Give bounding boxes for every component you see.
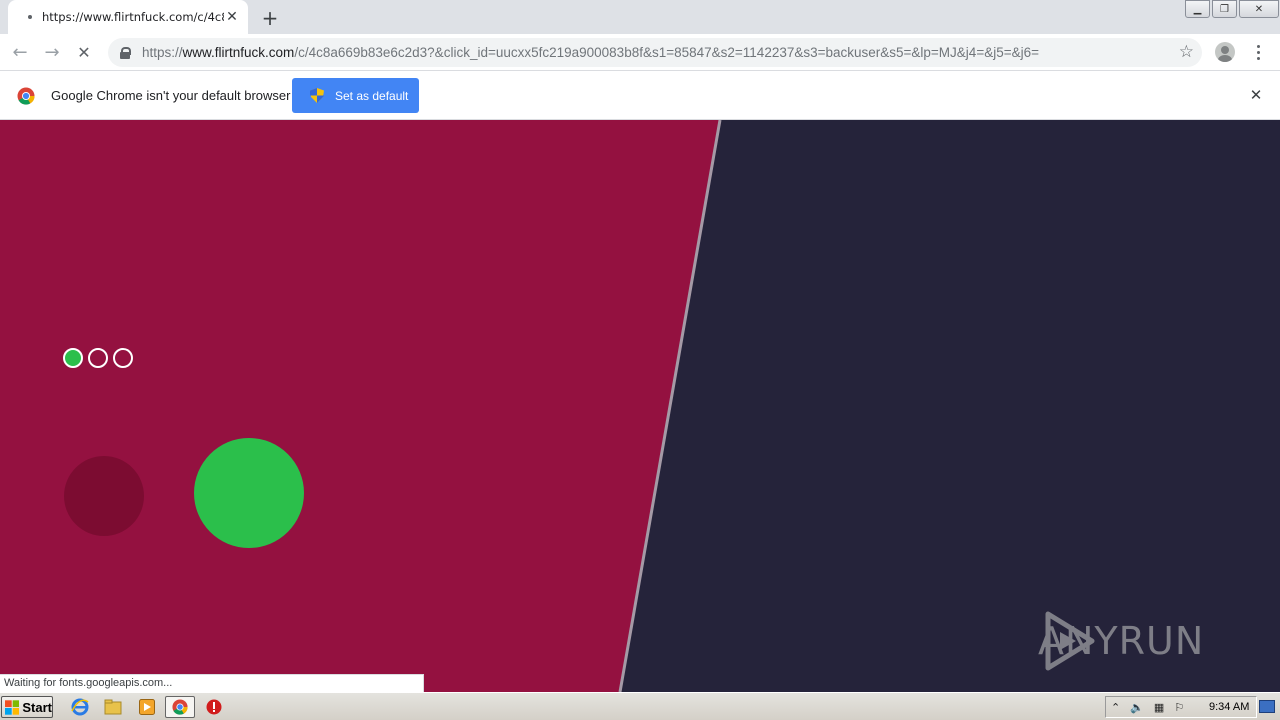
window-controls: ▁ ❐ ✕ xyxy=(1183,0,1279,18)
address-bar[interactable]: https://www.flirtnfuck.com/c/4c8a669b83e… xyxy=(108,38,1202,67)
profile-avatar-icon[interactable] xyxy=(1215,42,1235,62)
set-as-default-label: Set as default xyxy=(335,88,409,103)
infobar-message: Google Chrome isn't your default browser xyxy=(51,88,291,103)
media-player-icon[interactable] xyxy=(136,697,158,717)
infobar-close-button[interactable]: ✕ xyxy=(1248,86,1264,104)
chrome-logo-icon xyxy=(17,87,35,105)
step-indicator xyxy=(63,348,138,368)
action-center-flag-icon[interactable]: ⚐ xyxy=(1174,701,1184,714)
tab-title: https://www.flirtnfuck.com/c/4c8a669b xyxy=(42,10,224,24)
status-bubble: Waiting for fonts.googleapis.com... xyxy=(0,674,424,692)
window-close-button[interactable]: ✕ xyxy=(1239,0,1279,18)
chrome-taskbar-icon[interactable] xyxy=(165,696,195,718)
windows-logo-icon xyxy=(5,699,20,715)
start-button[interactable]: Start xyxy=(1,696,53,718)
internet-explorer-icon[interactable] xyxy=(69,697,91,717)
default-browser-infobar: Google Chrome isn't your default browser… xyxy=(0,72,1280,120)
network-icon[interactable]: ▦ xyxy=(1154,701,1164,714)
tab-close-button[interactable]: ✕ xyxy=(224,9,240,25)
volume-icon[interactable]: 🔈 xyxy=(1130,701,1144,714)
browser-tab[interactable]: https://www.flirtnfuck.com/c/4c8a669b ✕ xyxy=(8,0,248,34)
play-logo-icon xyxy=(1045,611,1095,671)
option-circle-inactive[interactable] xyxy=(64,456,144,536)
step-dot-2 xyxy=(88,348,108,368)
security-alert-icon[interactable] xyxy=(203,697,225,717)
new-tab-button[interactable]: + xyxy=(258,6,282,30)
step-dot-3 xyxy=(113,348,133,368)
url-text[interactable]: https://www.flirtnfuck.com/c/4c8a669b83e… xyxy=(142,45,1202,60)
uac-shield-icon xyxy=(310,88,324,103)
background-split xyxy=(0,120,1280,692)
set-as-default-button[interactable]: Set as default xyxy=(292,78,419,113)
chrome-menu-icon[interactable] xyxy=(1254,43,1262,61)
back-button[interactable]: ← xyxy=(6,38,34,66)
loading-icon xyxy=(28,15,32,19)
lock-icon[interactable] xyxy=(120,46,131,59)
option-circle-active[interactable] xyxy=(194,438,304,548)
forward-button[interactable]: → xyxy=(38,38,66,66)
stop-loading-button[interactable]: ✕ xyxy=(70,38,98,66)
taskbar-clock[interactable]: 9:34 AM xyxy=(1209,701,1249,713)
file-explorer-icon[interactable] xyxy=(102,697,124,717)
page-content: ANY RUN xyxy=(0,120,1280,692)
restore-button[interactable]: ❐ xyxy=(1212,0,1237,18)
minimize-button[interactable]: ▁ xyxy=(1185,0,1210,18)
show-desktop-button[interactable] xyxy=(1259,700,1275,713)
tab-strip: https://www.flirtnfuck.com/c/4c8a669b ✕ … xyxy=(0,0,1280,34)
bookmark-star-icon[interactable]: ☆ xyxy=(1179,42,1194,62)
watermark-right-text: RUN xyxy=(1118,619,1205,663)
start-label: Start xyxy=(22,699,52,715)
step-dot-1 xyxy=(63,348,83,368)
tray-expand-icon[interactable]: ⌃ xyxy=(1111,701,1120,714)
windows-taskbar: Start ⌃ 🔈 ▦ ⚐ 9:34 AM xyxy=(0,692,1280,720)
anyrun-watermark: ANY RUN xyxy=(1038,610,1232,672)
browser-toolbar: ← → ✕ https://www.flirtnfuck.com/c/4c8a6… xyxy=(0,34,1280,71)
